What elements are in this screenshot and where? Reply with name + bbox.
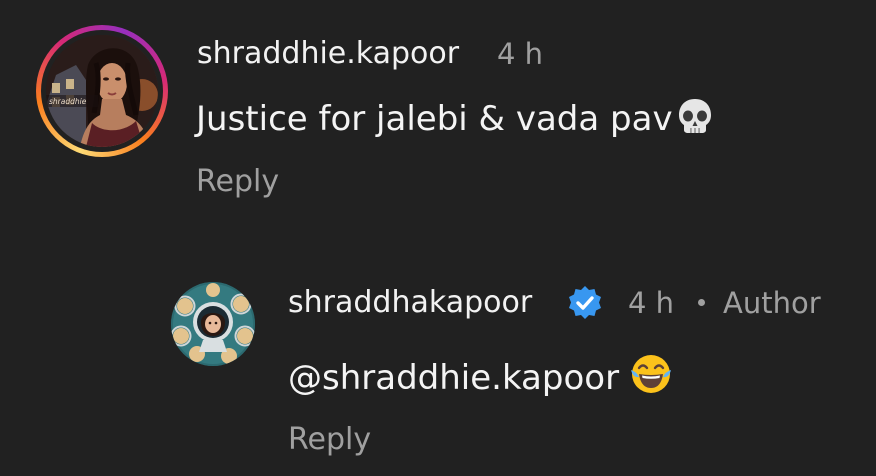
reply-button[interactable]: Reply: [196, 162, 279, 202]
reply-button[interactable]: Reply: [288, 420, 371, 460]
avatar-astronaut-image: [171, 282, 255, 366]
comment-timestamp: 4 h: [628, 286, 675, 320]
avatar-watermark-text: shraddhie: [49, 97, 87, 106]
comment-username[interactable]: shraddhakapoor: [288, 283, 532, 323]
comment-text: Justice for jalebi & vada pav: [196, 96, 715, 148]
avatar-portrait-image: shraddhie: [46, 35, 158, 147]
comment-mention-link[interactable]: @shraddhie.kapoor: [288, 358, 619, 398]
face-with-tears-of-joy-emoji-icon: [629, 352, 673, 408]
avatar-shraddhie-kapoor: shraddhie: [46, 35, 158, 147]
comment-timestamp: 4 h: [497, 37, 544, 71]
comment-username[interactable]: shraddhie.kapoor: [197, 34, 459, 74]
comments-thread: shraddhie shraddhie.kapoor 4 h Justice f…: [0, 0, 876, 476]
author-badge: Author: [723, 286, 821, 320]
separator-dot: [698, 299, 705, 306]
comment-text: @shraddhie.kapoor: [288, 352, 673, 408]
skull-emoji-icon: [675, 96, 715, 148]
avatar-shraddhakapoor[interactable]: [171, 282, 255, 366]
verified-badge-icon: [566, 284, 604, 322]
comment-text-body: Justice for jalebi & vada pav: [196, 99, 673, 139]
story-ring-avatar[interactable]: shraddhie: [36, 25, 168, 157]
avatar-gap: shraddhie: [41, 30, 163, 152]
